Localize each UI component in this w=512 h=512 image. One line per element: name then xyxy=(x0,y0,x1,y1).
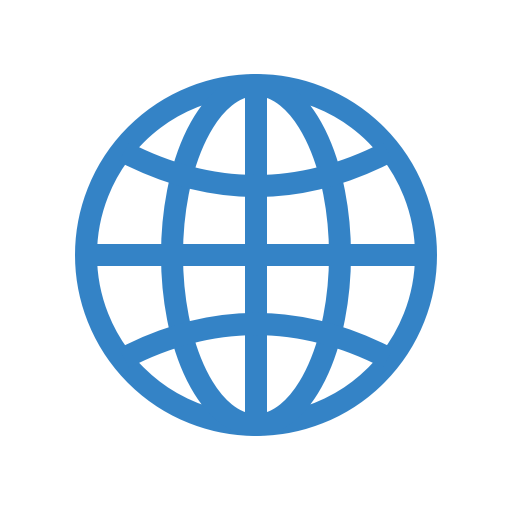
globe-icon xyxy=(75,74,437,436)
icon-canvas xyxy=(0,0,512,512)
